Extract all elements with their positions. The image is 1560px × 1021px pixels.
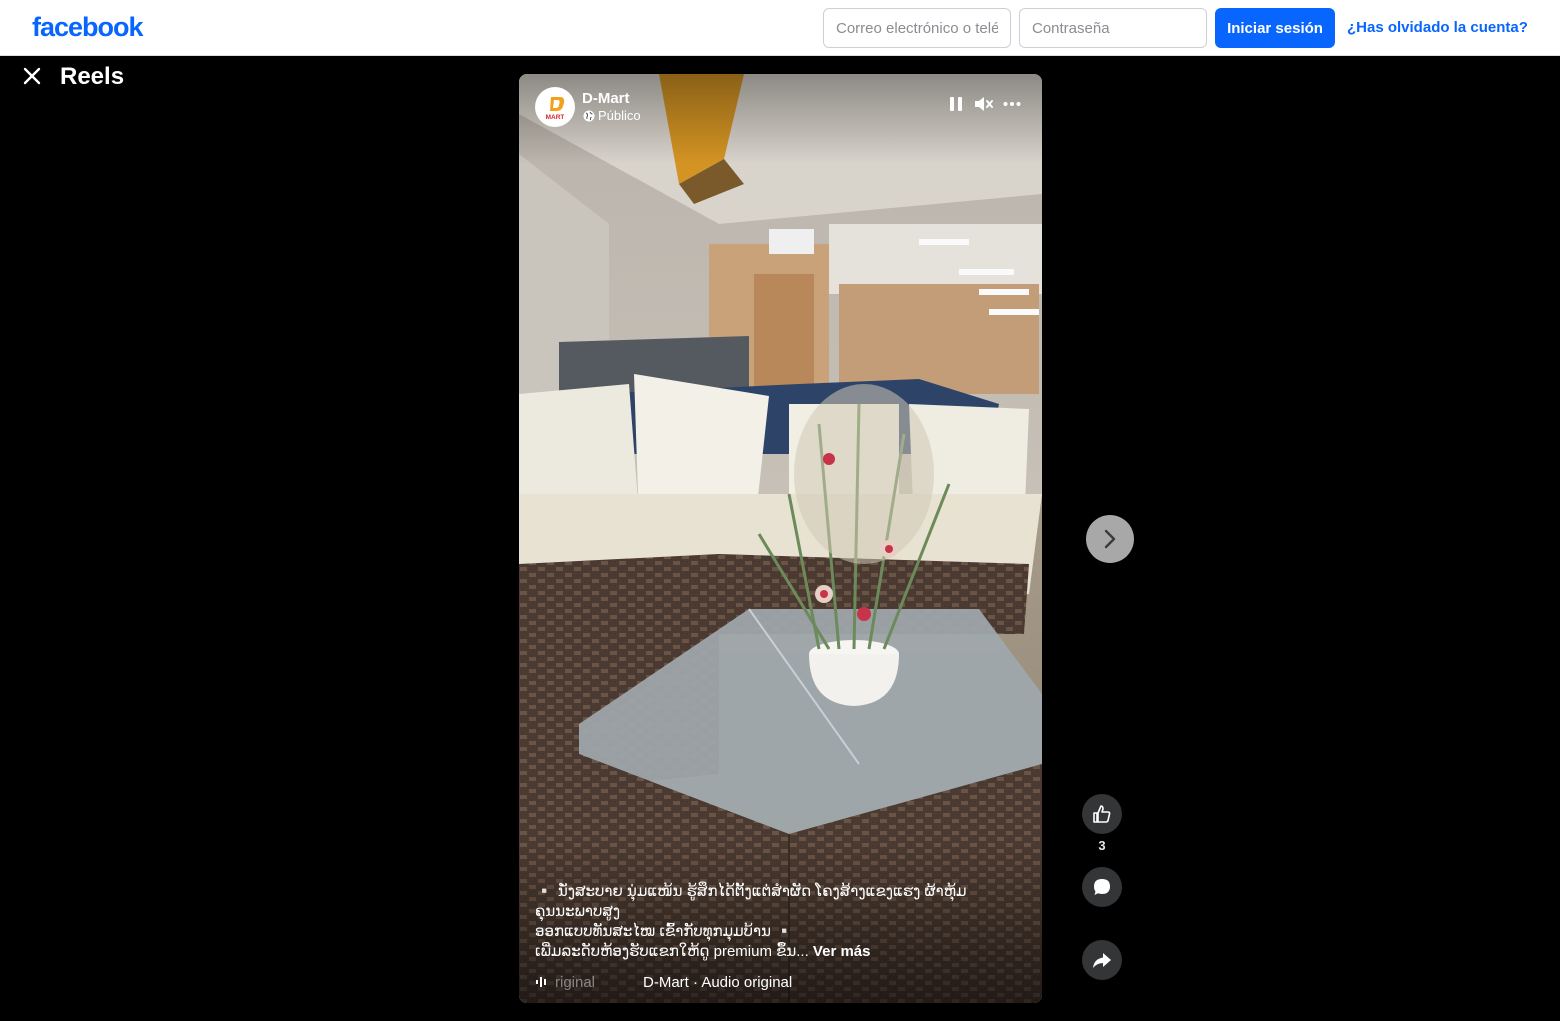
caption-line: ເພີ່ມລະດັບຫ້ອງຮັບແຂກໃຫ້ດູ premium ຂຶ້ນ..… — [535, 942, 1025, 962]
more-dots-icon — [1003, 102, 1021, 106]
avatar-text: MART — [546, 114, 565, 121]
dmart-logo-icon: MART — [546, 97, 565, 121]
forgot-account-link[interactable]: ¿Has olvidado la cuenta? — [1347, 19, 1528, 36]
author-avatar[interactable]: MART — [535, 87, 575, 127]
comment-button[interactable] — [1082, 867, 1122, 907]
audio-info[interactable]: riginal D-Mart · Audio original — [535, 971, 792, 993]
audio-wave-icon — [536, 977, 546, 987]
pause-icon — [950, 97, 962, 111]
see-more-link[interactable]: Ver más — [813, 943, 871, 960]
globe-icon — [583, 110, 595, 121]
caption-line: ▫️ ນັ່ງສະບາຍ ນຸ່ມແໜ້ນ ຮູ້ສຶກໄດ້ຕັ້ງແຕ່ສໍ… — [535, 883, 967, 920]
audio-faded-text: riginal — [555, 973, 596, 991]
close-button[interactable] — [16, 60, 48, 92]
privacy-label: Público — [583, 108, 641, 123]
privacy-text: Público — [598, 108, 641, 123]
thumbs-up-icon — [1093, 805, 1111, 823]
email-field[interactable] — [823, 8, 1011, 48]
comment-bubble-icon — [1094, 879, 1110, 895]
close-icon — [23, 67, 41, 85]
chevron-right-icon — [1104, 529, 1116, 549]
reel-caption: ▫️ ນັ່ງສະບາຍ ນຸ່ມແໜ້ນ ຮູ້ສຶກໄດ້ຕັ້ງແຕ່ສໍ… — [535, 882, 1025, 962]
more-options-button[interactable] — [1000, 92, 1024, 116]
top-bar: facebook Iniciar sesión ¿Has olvidado la… — [0, 0, 1560, 56]
muted-speaker-icon — [975, 97, 993, 111]
caption-line: ອອກແບບທັນສະໄໝ ເຂົ້າກັບທຸກມຸມບ້ານ ▫️ — [535, 923, 794, 940]
password-field[interactable] — [1019, 8, 1207, 48]
like-count: 3 — [1098, 838, 1106, 853]
share-arrow-icon — [1093, 953, 1111, 968]
reel-video[interactable]: MART D-Mart Público ▫️ ນັ່ງສະບາຍ ນຸ່ມແໜ້… — [519, 74, 1042, 1003]
page-title: Reels — [60, 63, 125, 90]
share-button[interactable] — [1082, 940, 1122, 980]
pause-button[interactable] — [944, 92, 968, 116]
caption-line-text: ເພີ່ມລະດັບຫ້ອງຮັບແຂກໃຫ້ດູ premium ຂຶ້ນ..… — [535, 943, 809, 960]
audio-title: D-Mart · Audio original — [643, 973, 793, 991]
login-button[interactable]: Iniciar sesión — [1215, 8, 1335, 48]
like-button[interactable] — [1082, 794, 1122, 834]
author-name[interactable]: D-Mart — [582, 90, 630, 107]
next-reel-button[interactable] — [1086, 515, 1134, 563]
mute-button[interactable] — [972, 92, 996, 116]
facebook-logo[interactable]: facebook — [32, 12, 144, 43]
